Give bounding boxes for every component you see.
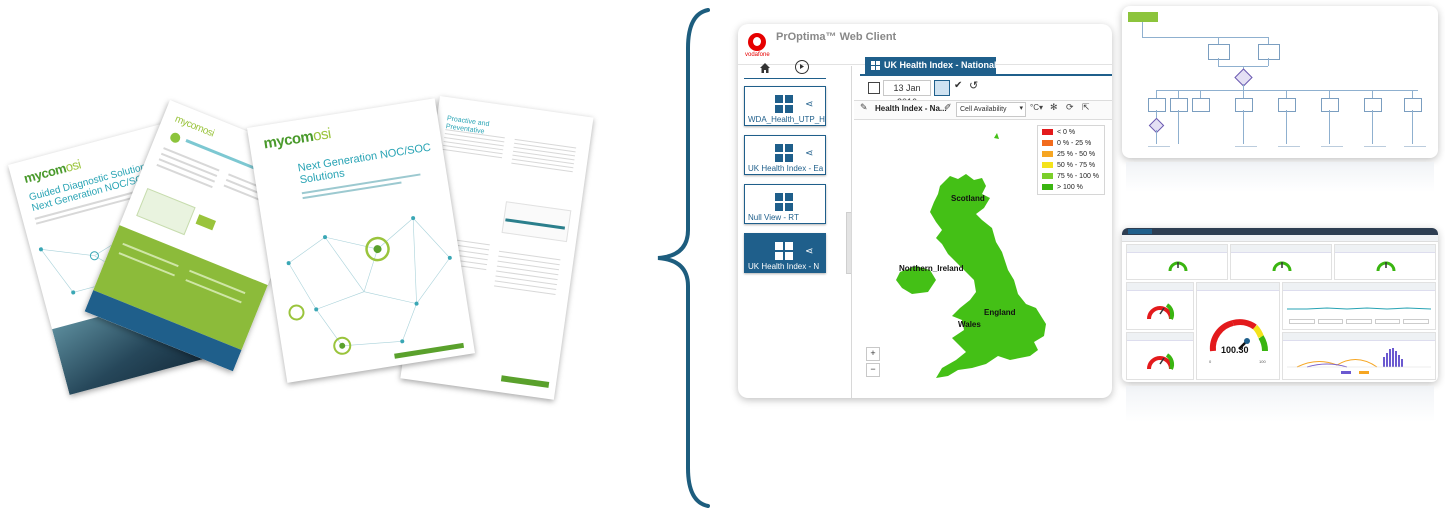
curly-brace [657, 8, 710, 508]
share-icon[interactable]: ⋖ [805, 99, 813, 110]
date-input[interactable]: 13 Jan 2016 [883, 80, 931, 107]
region-label-wales: Wales [958, 320, 981, 329]
chevron-down-icon: ▾ [1019, 105, 1023, 112]
big-gauge-card: 100.30 0 100 [1196, 282, 1280, 380]
play-icon[interactable] [795, 60, 809, 74]
apply-check-icon[interactable]: ✔ [954, 80, 962, 91]
tab-uk-health-national[interactable]: UK Health Index - National [865, 57, 997, 74]
nav-tile-null-view[interactable]: Null View - RT [744, 184, 826, 224]
zoom-in-button[interactable]: + [866, 347, 880, 361]
home-icon[interactable] [759, 61, 771, 73]
brochure-logo: mycomosi [262, 125, 332, 153]
big-gauge-value: 100.30 [1221, 345, 1249, 355]
big-gauge-min: 0 [1209, 359, 1212, 364]
share-icon[interactable]: ⋖ [805, 148, 813, 159]
export-icon[interactable]: ⇱ [1082, 102, 1090, 113]
big-gauge-max: 100 [1259, 359, 1266, 364]
brochure-title: Next Generation NOC/SOC Solutions [297, 141, 432, 187]
calendar-icon[interactable] [868, 82, 880, 94]
app-title: PrOptima™ Web Client [776, 31, 897, 43]
flowchart-reflection [1126, 162, 1434, 192]
flowchart-screenshot [1122, 6, 1438, 158]
region-label-northern-ireland: Northern_Ireland [899, 264, 964, 273]
uk-map[interactable] [878, 124, 1078, 389]
kpi-select[interactable]: Cell Availability ▾ [956, 102, 1026, 117]
vodafone-logo [748, 33, 766, 51]
region-label-england: England [984, 308, 1016, 317]
widget-title: Health Index - Na... [875, 104, 947, 113]
share-icon[interactable]: ⋖ [805, 246, 813, 257]
nav-tile-uk-health-ea[interactable]: ⋖ UK Health Index - Ea [744, 135, 826, 175]
refresh-icon[interactable]: ⟳ [1066, 102, 1074, 113]
brochure-stack: mycomosi Guided Diagnostic Solutions for… [0, 0, 640, 508]
nav-tile-uk-health-n[interactable]: ⋖ UK Health Index - N [744, 233, 826, 273]
dashboard-reflection [1126, 386, 1434, 422]
undo-icon[interactable]: ↺ [969, 79, 978, 92]
pencil-icon[interactable]: ✐ [944, 102, 952, 113]
region-label-scotland: Scotland [951, 194, 985, 203]
calendar-picker-button[interactable] [934, 80, 950, 96]
brochure-heading: Proactive and Preventative [445, 115, 490, 136]
brochure-next-gen-noc: mycomosi Next Generation NOC/SOC Solutio… [247, 98, 476, 383]
nav-tile-wda-health[interactable]: ⋖ WDA_Health_UTP_H [744, 86, 826, 126]
vendor-label: vodafone [745, 52, 770, 58]
dashboard-screenshot: 100.30 0 100 [1122, 228, 1438, 382]
zoom-out-button[interactable]: − [866, 363, 880, 377]
temperature-icon[interactable]: °C▾ [1030, 103, 1043, 112]
settings-icon[interactable]: ✻ [1050, 102, 1058, 113]
edit-icon[interactable]: ✎ [860, 102, 868, 113]
web-client-screenshot: vodafone PrOptima™ Web Client ⋖ WDA_Heal… [738, 24, 1112, 398]
